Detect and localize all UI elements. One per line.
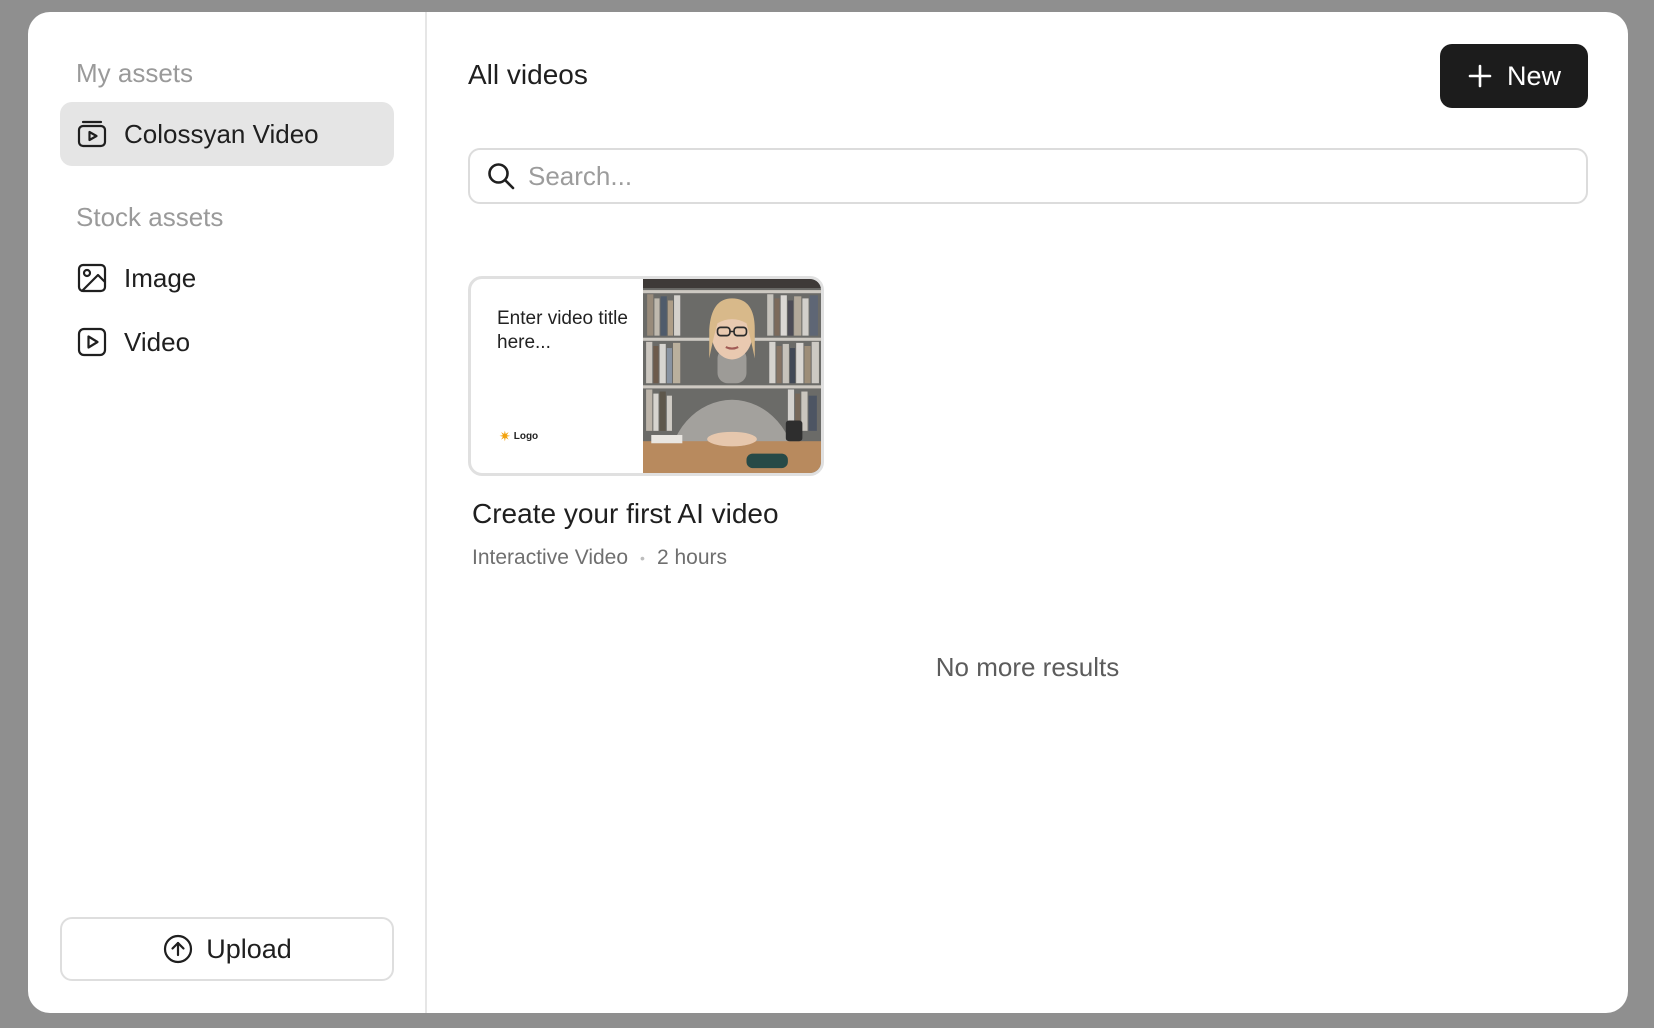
search-input[interactable] [528,160,1586,192]
new-button[interactable]: New [1440,44,1588,108]
sun-logo-icon: ✷ [499,428,511,444]
sidebar: My assets Colossyan Video Stock assets I… [28,12,427,1013]
asset-library-modal: My assets Colossyan Video Stock assets I… [28,12,1628,1013]
upload-circle-icon [162,933,194,965]
sidebar-item-colossyan-video[interactable]: Colossyan Video [60,102,394,166]
sidebar-item-label: Image [124,262,197,293]
no-more-results: No more results [935,652,1120,682]
page-title: All videos [468,59,588,90]
video-library-icon [76,118,108,150]
video-type: Interactive Video [472,546,629,569]
my-assets-heading: My assets [76,58,194,88]
thumbnail-text-panel: Enter video title here... ✷ Logo [471,279,643,473]
video-meta: Interactive Video • 2 hours [472,546,828,570]
image-icon [76,262,108,294]
play-square-icon [76,326,108,358]
video-card[interactable]: Enter video title here... ✷ Logo Create … [468,276,828,570]
video-age: 2 hours [656,546,727,569]
stock-assets-heading: Stock assets [76,202,224,232]
video-title: Create your first AI video [472,498,779,529]
search-bar [468,148,1588,204]
new-button-label: New [1506,60,1561,91]
thumbnail-logo: ✷ Logo [499,428,538,445]
presenter-image [643,279,821,473]
thumbnail-title: Enter video title here... [497,308,628,353]
sidebar-item-label: Colossyan Video [124,118,319,149]
separator-dot: • [640,550,645,566]
upload-button[interactable]: Upload [60,917,394,981]
video-thumbnail[interactable]: Enter video title here... ✷ Logo [468,276,824,476]
plus-icon [1467,63,1493,89]
sidebar-item-video[interactable]: Video [60,310,394,374]
main-panel: All videos New Enter video title her [427,12,1628,1013]
sidebar-item-image[interactable]: Image [60,246,394,310]
sidebar-item-label: Video [124,326,191,357]
search-icon [486,161,516,191]
thumbnail-logo-text: Logo [513,431,539,442]
upload-label: Upload [206,933,292,964]
